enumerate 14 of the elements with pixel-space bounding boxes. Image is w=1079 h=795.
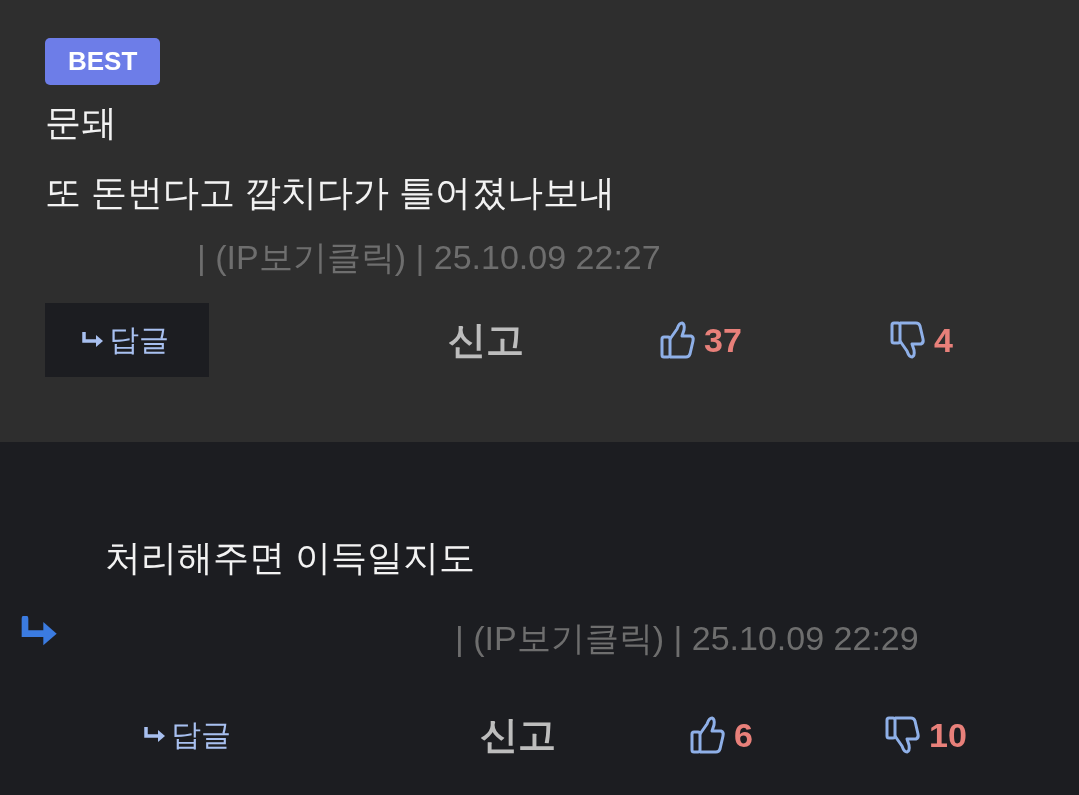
comment-text: 문돼 xyxy=(45,101,118,145)
comment-text: 처리해주면 이득일지도 xyxy=(105,536,476,580)
reply-button[interactable]: 답글 xyxy=(45,303,209,377)
dislike-button[interactable]: 10 xyxy=(885,715,967,755)
report-button[interactable]: 신고 xyxy=(448,314,524,366)
comment-meta: | (IP보기클릭) | 25.10.09 22:29 xyxy=(455,618,920,659)
report-button[interactable]: 신고 xyxy=(480,709,556,761)
best-badge: BEST xyxy=(45,38,161,85)
comment-text: 또 돈번다고 깝치다가 틀어졌나보내 xyxy=(45,171,616,215)
dislike-button[interactable]: 4 xyxy=(890,320,953,360)
like-button[interactable]: 6 xyxy=(690,715,753,755)
comment-meta: | (IP보기클릭) | 25.10.09 22:27 xyxy=(197,237,662,278)
reply-button[interactable]: 답글 xyxy=(105,698,231,772)
like-button[interactable]: 37 xyxy=(660,320,742,360)
